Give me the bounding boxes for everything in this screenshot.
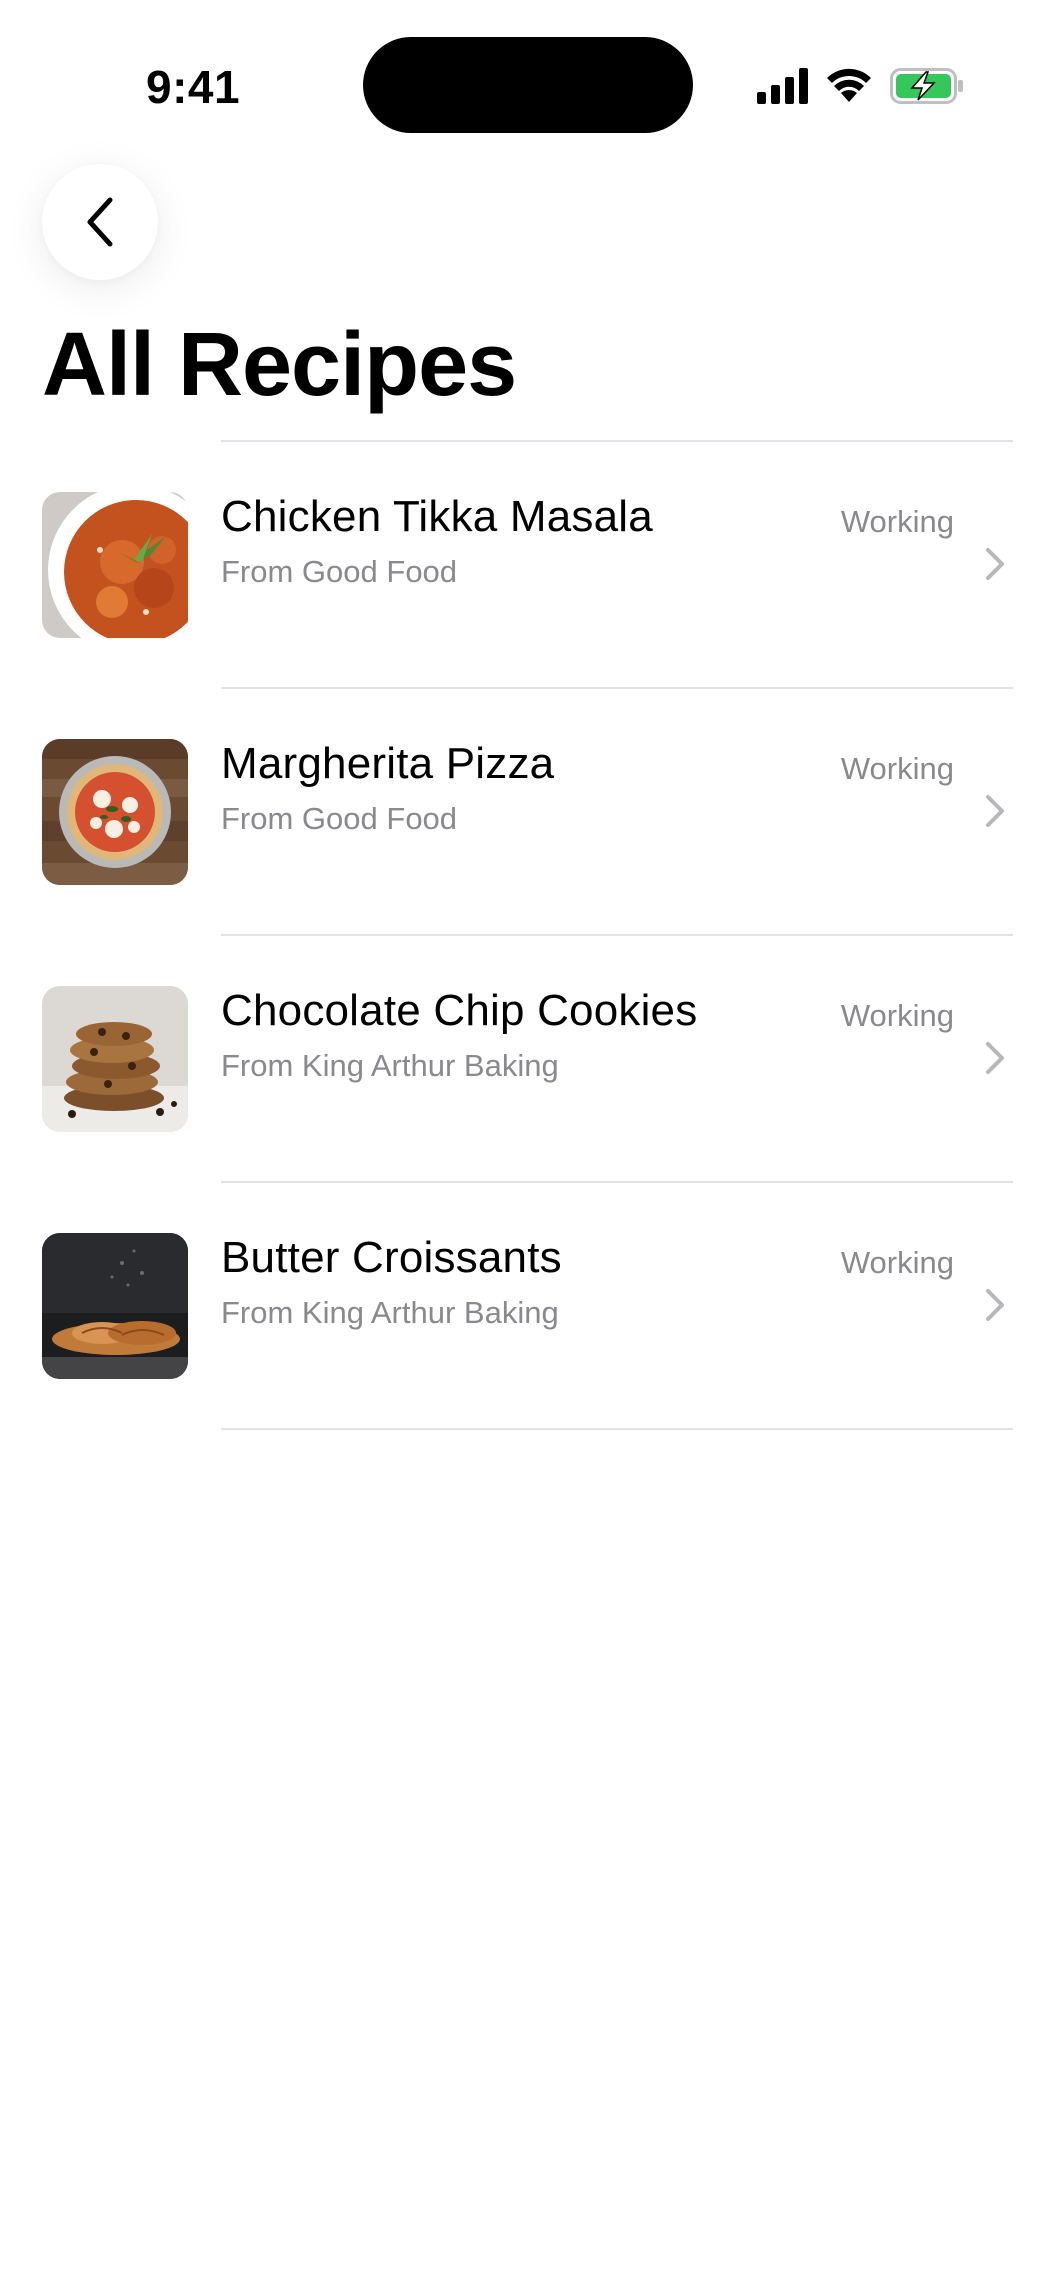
recipe-status: Working xyxy=(840,998,954,1033)
recipe-status: Working xyxy=(840,504,954,539)
recipe-name: Chicken Tikka Masala xyxy=(221,492,653,541)
chevron-right-icon xyxy=(986,1042,1004,1074)
chicken-tikka-masala-photo xyxy=(42,492,188,638)
chevron-right-icon xyxy=(986,1289,1004,1321)
chevron-right-icon xyxy=(986,795,1004,827)
recipe-name: Margherita Pizza xyxy=(221,739,555,788)
recipe-source: From King Arthur Baking xyxy=(221,1295,559,1330)
back-button[interactable] xyxy=(42,164,158,280)
wifi-icon xyxy=(827,68,871,102)
recipe-source: From King Arthur Baking xyxy=(221,1048,559,1083)
recipe-list: Chicken Tikka Masala From Good Food Work… xyxy=(0,440,1056,1430)
battery-charging-icon xyxy=(890,68,963,104)
signal-icon xyxy=(757,68,808,104)
recipe-row-chocolate-chip-cookies[interactable]: Chocolate Chip Cookies From King Arthur … xyxy=(0,936,1056,1181)
recipe-source: From Good Food xyxy=(221,801,458,836)
dynamic-island xyxy=(363,37,693,133)
recipe-status: Working xyxy=(840,1245,954,1280)
butter-croissants-photo xyxy=(42,1233,188,1379)
screen: 9:41 All Recipes Chicken Tikka Masala Fr… xyxy=(0,0,1056,2296)
recipe-name: Butter Croissants xyxy=(221,1233,562,1282)
status-time: 9:41 xyxy=(146,61,241,113)
margherita-pizza-photo xyxy=(42,739,188,885)
recipe-row-butter-croissants[interactable]: Butter Croissants From King Arthur Bakin… xyxy=(0,1183,1056,1428)
chevron-left-icon xyxy=(87,197,113,247)
recipe-status: Working xyxy=(840,751,954,786)
recipe-source: From Good Food xyxy=(221,554,458,589)
status-bar: 9:41 xyxy=(0,0,1056,170)
recipe-name: Chocolate Chip Cookies xyxy=(221,986,698,1035)
recipe-row-margherita-pizza[interactable]: Margherita Pizza From Good Food Working xyxy=(0,689,1056,934)
chocolate-chip-cookies-photo xyxy=(42,986,188,1132)
chevron-right-icon xyxy=(986,548,1004,580)
list-divider xyxy=(221,1428,1013,1430)
page-title: All Recipes xyxy=(42,315,517,415)
recipe-row-chicken-tikka-masala[interactable]: Chicken Tikka Masala From Good Food Work… xyxy=(0,442,1056,687)
